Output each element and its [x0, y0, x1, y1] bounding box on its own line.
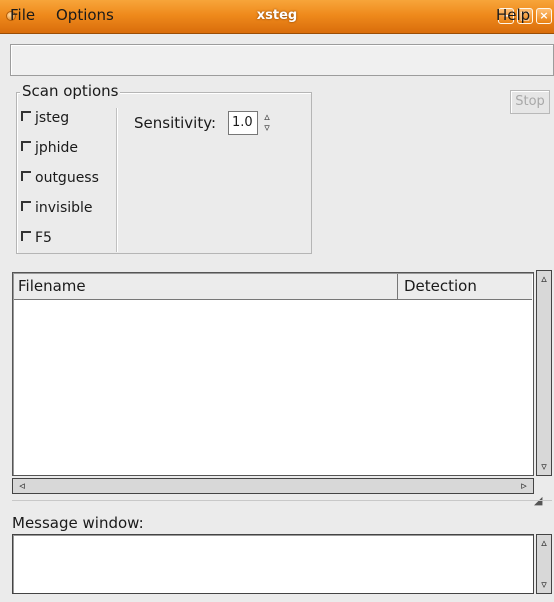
menu-options[interactable]: Options	[56, 6, 114, 24]
pane-separator[interactable]	[12, 500, 552, 501]
file-list-vertical-scrollbar[interactable]: ▵ ▿	[536, 270, 552, 476]
menu-file[interactable]: File	[10, 6, 35, 24]
menu-help[interactable]: Help	[496, 6, 530, 24]
scan-options-divider	[116, 108, 118, 252]
checkbox-icon[interactable]	[21, 171, 31, 181]
message-window-scrollbar[interactable]: ▵ ▿	[536, 534, 552, 594]
checkbox-icon[interactable]	[21, 141, 31, 151]
checkbox-icon[interactable]	[21, 231, 31, 241]
sensitivity-label: Sensitivity:	[134, 114, 217, 132]
column-header-detection[interactable]: Detection	[400, 274, 530, 300]
checkbox-label: invisible	[35, 200, 93, 216]
close-button[interactable]: ×	[536, 8, 552, 24]
scroll-right-arrow-icon[interactable]: ▹	[517, 480, 531, 492]
checkbox-label: jsteg	[35, 110, 70, 126]
checkbox-label: jphide	[35, 140, 79, 156]
stop-button[interactable]: Stop	[510, 90, 550, 114]
sensitivity-input[interactable]: 1.0	[228, 111, 258, 135]
checkbox-label: outguess	[35, 170, 99, 186]
file-list[interactable]	[12, 272, 534, 476]
checkbox-jphide[interactable]: jphide	[21, 140, 78, 156]
scroll-down-arrow-icon[interactable]: ▿	[537, 461, 551, 473]
message-window-label: Message window:	[12, 514, 144, 532]
checkbox-invisible[interactable]: invisible	[21, 200, 93, 216]
scroll-up-arrow-icon[interactable]: ▵	[537, 537, 551, 549]
menu-bar	[10, 44, 554, 76]
checkbox-icon[interactable]	[21, 111, 31, 121]
scroll-up-arrow-icon[interactable]: ▵	[537, 273, 551, 285]
resize-grip-icon[interactable]: ◢	[534, 494, 550, 508]
spin-arrows-icon[interactable]: ▵ ▿	[260, 111, 274, 135]
scan-options-legend: Scan options	[20, 82, 121, 100]
column-header-filename[interactable]: Filename	[15, 274, 398, 300]
scroll-left-arrow-icon[interactable]: ◃	[15, 480, 29, 492]
checkbox-outguess[interactable]: outguess	[21, 170, 99, 186]
checkbox-label: F5	[35, 230, 52, 246]
checkbox-jsteg[interactable]: jsteg	[21, 110, 69, 126]
file-list-horizontal-scrollbar[interactable]: ◃ ▹	[12, 478, 534, 494]
scroll-down-arrow-icon[interactable]: ▿	[537, 579, 551, 591]
checkbox-f5[interactable]: F5	[21, 230, 52, 246]
message-window[interactable]	[12, 534, 534, 594]
checkbox-icon[interactable]	[21, 201, 31, 211]
